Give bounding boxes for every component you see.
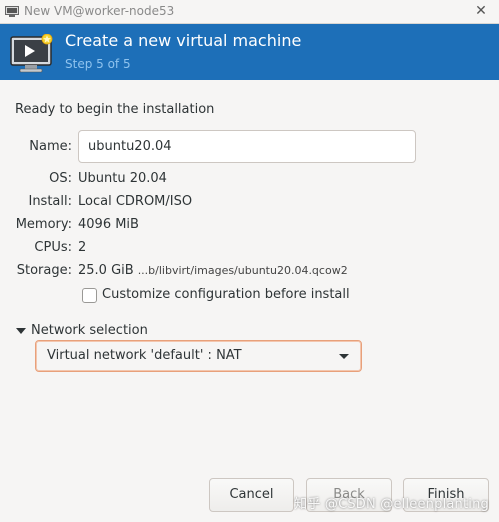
wizard-step: Step 5 of 5 bbox=[65, 57, 131, 71]
customize-checkbox[interactable] bbox=[82, 288, 97, 303]
new-vm-monitor-icon bbox=[10, 34, 53, 73]
customize-checkbox-label[interactable]: Customize configuration before install bbox=[102, 287, 350, 302]
name-label: Name: bbox=[29, 139, 72, 154]
window-title: New VM@worker-node53 bbox=[24, 4, 175, 18]
storage-label: Storage: bbox=[16, 263, 72, 278]
network-selection-expander[interactable]: Network selection bbox=[16, 323, 148, 338]
network-select-value: Virtual network 'default' : NAT bbox=[47, 348, 242, 363]
network-selection-label: Network selection bbox=[31, 323, 148, 338]
expander-arrow-down-icon bbox=[16, 328, 26, 334]
os-value: Ubuntu 20.04 bbox=[78, 171, 167, 186]
wizard-title: Create a new virtual machine bbox=[65, 31, 302, 50]
memory-label: Memory: bbox=[15, 217, 72, 232]
chevron-down-icon bbox=[339, 354, 349, 359]
window-titlebar: New VM@worker-node53 ✕ bbox=[0, 0, 499, 24]
cpus-label: CPUs: bbox=[34, 240, 72, 255]
install-value: Local CDROM/ISO bbox=[78, 194, 193, 209]
memory-value: 4096 MiB bbox=[78, 217, 139, 232]
close-icon[interactable]: ✕ bbox=[473, 3, 489, 19]
storage-path: ...b/libvirt/images/ubuntu20.04.qcow2 bbox=[137, 264, 348, 277]
back-button[interactable]: Back bbox=[306, 478, 392, 512]
virt-manager-app-icon bbox=[5, 6, 19, 17]
cpus-value: 2 bbox=[78, 240, 87, 255]
storage-size: 25.0 GiB bbox=[78, 263, 134, 278]
vm-name-input[interactable] bbox=[78, 130, 416, 163]
install-label: Install: bbox=[28, 194, 72, 209]
wizard-header: Create a new virtual machine Step 5 of 5 bbox=[0, 24, 499, 80]
os-label: OS: bbox=[49, 171, 72, 186]
finish-button[interactable]: Finish bbox=[403, 478, 489, 512]
network-select[interactable]: Virtual network 'default' : NAT bbox=[35, 340, 362, 372]
cancel-button[interactable]: Cancel bbox=[209, 478, 294, 512]
summary-heading: Ready to begin the installation bbox=[15, 102, 215, 117]
storage-value: 25.0 GiB ...b/libvirt/images/ubuntu20.04.… bbox=[78, 263, 348, 278]
